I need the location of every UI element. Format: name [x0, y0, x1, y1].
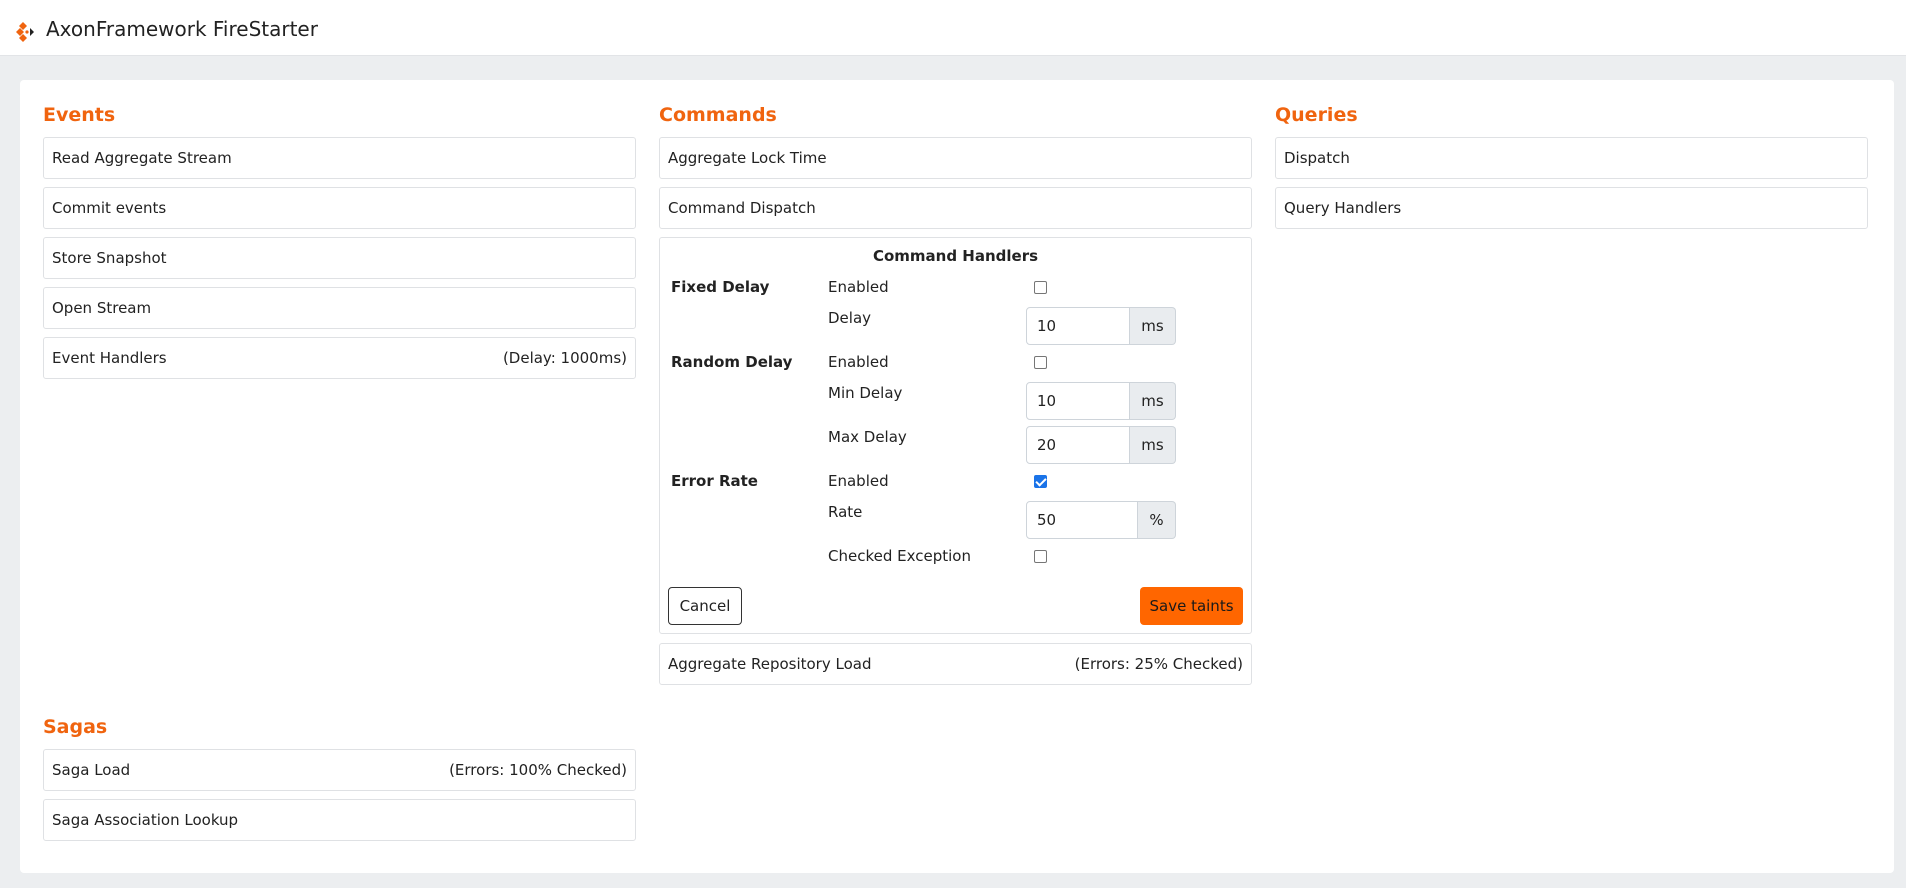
- fixed-delay-enabled-checkbox[interactable]: [1034, 281, 1047, 294]
- max-delay-input-group: 20 ms: [1026, 426, 1176, 464]
- commands-item-command-dispatch[interactable]: Command Dispatch: [659, 187, 1252, 229]
- main-card: Events Read Aggregate Stream Commit even…: [20, 80, 1894, 873]
- item-label: Open Stream: [52, 299, 152, 317]
- item-taint-summary: (Errors: 100% Checked): [449, 761, 627, 779]
- rate-unit: %: [1138, 501, 1176, 539]
- error-rate-enabled-label: Enabled: [828, 472, 889, 490]
- panel-title: Command Handlers: [872, 247, 1039, 265]
- item-label: Read Aggregate Stream: [52, 149, 232, 167]
- item-taint-summary: (Delay: 1000ms): [502, 349, 627, 367]
- fixed-delay-enabled-label: Enabled: [828, 278, 889, 296]
- max-delay-unit: ms: [1130, 426, 1176, 464]
- item-label: Store Snapshot: [52, 249, 167, 267]
- item-label: Event Handlers: [52, 349, 167, 367]
- random-delay-label: Random Delay: [671, 353, 793, 371]
- min-delay-input-group: 10 ms: [1026, 382, 1176, 420]
- max-delay-label: Max Delay: [828, 428, 907, 446]
- events-title: Events: [43, 104, 116, 126]
- sagas-item-saga-load[interactable]: Saga Load (Errors: 100% Checked): [43, 749, 636, 791]
- checked-exception-checkbox[interactable]: [1034, 550, 1047, 563]
- app-title: AxonFramework FireStarter: [46, 17, 318, 41]
- item-label: Command Dispatch: [668, 199, 816, 217]
- sagas-item-saga-association-lookup[interactable]: Saga Association Lookup: [43, 799, 636, 841]
- error-rate-enabled-checkbox[interactable]: [1034, 475, 1047, 488]
- rate-input-group: 50 %: [1026, 501, 1176, 539]
- min-delay-unit: ms: [1130, 382, 1176, 420]
- item-label: Query Handlers: [1284, 199, 1402, 217]
- fixed-delay-delay-label: Delay: [828, 309, 872, 327]
- item-label: Dispatch: [1284, 149, 1350, 167]
- max-delay-input[interactable]: 20: [1026, 426, 1130, 464]
- item-label: Saga Load: [52, 761, 131, 779]
- save-taints-button[interactable]: Save taints: [1140, 587, 1243, 625]
- command-handlers-panel: Command Handlers Fixed Delay Enabled Del…: [659, 237, 1252, 634]
- commands-item-aggregate-lock-time[interactable]: Aggregate Lock Time: [659, 137, 1252, 179]
- min-delay-label: Min Delay: [828, 384, 903, 402]
- sagas-title: Sagas: [43, 716, 108, 738]
- fixed-delay-input-group: 10 ms: [1026, 307, 1176, 345]
- events-item-event-handlers[interactable]: Event Handlers (Delay: 1000ms): [43, 337, 636, 379]
- queries-title: Queries: [1275, 104, 1358, 126]
- rate-input[interactable]: 50: [1026, 501, 1138, 539]
- fixed-delay-label: Fixed Delay: [671, 278, 770, 296]
- item-label: Commit events: [52, 199, 167, 217]
- min-delay-input[interactable]: 10: [1026, 382, 1130, 420]
- error-rate-label: Error Rate: [671, 472, 758, 490]
- item-taint-summary: (Errors: 25% Checked): [1074, 655, 1243, 673]
- events-item-store-snapshot[interactable]: Store Snapshot: [43, 237, 636, 279]
- item-label: Aggregate Repository Load: [668, 655, 872, 673]
- events-item-open-stream[interactable]: Open Stream: [43, 287, 636, 329]
- commands-item-aggregate-repository-load[interactable]: Aggregate Repository Load (Errors: 25% C…: [659, 643, 1252, 685]
- rate-label: Rate: [828, 503, 863, 521]
- checked-exception-label: Checked Exception: [828, 547, 971, 565]
- random-delay-enabled-checkbox[interactable]: [1034, 356, 1047, 369]
- item-label: Aggregate Lock Time: [668, 149, 827, 167]
- events-item-commit-events[interactable]: Commit events: [43, 187, 636, 229]
- commands-title: Commands: [659, 104, 777, 126]
- top-navbar: AxonFramework FireStarter: [0, 0, 1906, 56]
- events-item-read-aggregate-stream[interactable]: Read Aggregate Stream: [43, 137, 636, 179]
- cancel-button[interactable]: Cancel: [668, 587, 742, 625]
- queries-item-query-handlers[interactable]: Query Handlers: [1275, 187, 1868, 229]
- fixed-delay-unit: ms: [1130, 307, 1176, 345]
- axon-logo-icon: [16, 22, 34, 42]
- random-delay-enabled-label: Enabled: [828, 353, 889, 371]
- fixed-delay-input[interactable]: 10: [1026, 307, 1130, 345]
- item-label: Saga Association Lookup: [52, 811, 239, 829]
- queries-item-dispatch[interactable]: Dispatch: [1275, 137, 1868, 179]
